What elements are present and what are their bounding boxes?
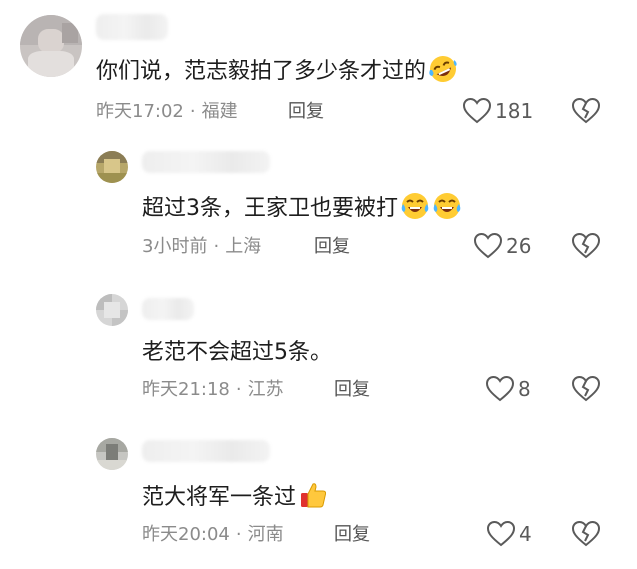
username-blurred[interactable] [142,440,270,462]
dislike-button[interactable] [571,232,601,263]
comment-text: 老范不会超过5条。 [142,340,332,365]
avatar[interactable] [96,151,128,183]
reply-button[interactable]: 回复 [288,100,324,124]
username-blurred[interactable] [142,151,270,173]
like-button[interactable]: 8 [486,376,531,402]
heart-icon [463,98,495,124]
comment-text: 超过3条，王家卫也要被打 [142,191,462,230]
like-button[interactable]: 4 [487,521,532,547]
comment-text: 你们说，范志毅拍了多少条才过的 [96,54,458,93]
dislike-button[interactable] [571,375,601,406]
comment-meta: 昨天20:04 · 河南 [142,524,284,545]
like-button[interactable]: 181 [463,98,533,124]
avatar[interactable] [20,15,82,77]
like-count: 8 [518,377,531,401]
comment-item: 你们说，范志毅拍了多少条才过的 昨天17:02 · 福建 回复 181 [0,0,637,135]
reply-item: 超过3条，王家卫也要被打 3小时前 · 上海 回复 26 [0,135,637,275]
reply-button[interactable]: 回复 [334,523,370,547]
comment-time: 昨天17:02 [96,101,184,122]
avatar[interactable] [96,294,128,326]
comment-text: 范大将军一条过 [142,480,328,519]
heart-icon [474,233,506,259]
dislike-button[interactable] [571,520,601,551]
thumbs-up-icon [298,480,328,519]
like-count: 4 [519,522,532,546]
broken-heart-icon [571,232,601,263]
broken-heart-icon [571,375,601,406]
comment-time: 3小时前 [142,236,208,257]
reply-item: 范大将军一条过 昨天20:04 · 河南 回复 4 [0,424,637,569]
comment-time: 昨天21:18 [142,379,230,400]
broken-heart-icon [571,97,601,128]
comment-location: 上海 [225,236,262,257]
dislike-button[interactable] [571,97,601,128]
reply-button[interactable]: 回复 [314,235,350,259]
reply-button[interactable]: 回复 [334,378,370,402]
username-blurred[interactable] [96,14,168,40]
comment-meta: 昨天17:02 · 福建 [96,101,238,122]
username-blurred[interactable] [142,298,194,320]
reply-item: 老范不会超过5条。 昨天21:18 · 江苏 回复 8 [0,280,637,420]
comment-meta: 3小时前 · 上海 [142,236,262,257]
comment-time: 昨天20:04 [142,524,230,545]
crying-laughing-icon [400,191,430,230]
comment-location: 河南 [247,524,284,545]
like-count: 181 [495,99,534,123]
comment-location: 福建 [201,101,238,122]
heart-icon [486,376,518,402]
like-button[interactable]: 26 [474,233,531,259]
broken-heart-icon [571,520,601,551]
like-count: 26 [506,234,532,258]
comment-location: 江苏 [247,379,284,400]
avatar[interactable] [96,438,128,470]
heart-icon [487,521,519,547]
comment-meta: 昨天21:18 · 江苏 [142,379,284,400]
rolling-on-floor-laughing-icon [428,54,458,93]
crying-laughing-icon [432,191,462,230]
